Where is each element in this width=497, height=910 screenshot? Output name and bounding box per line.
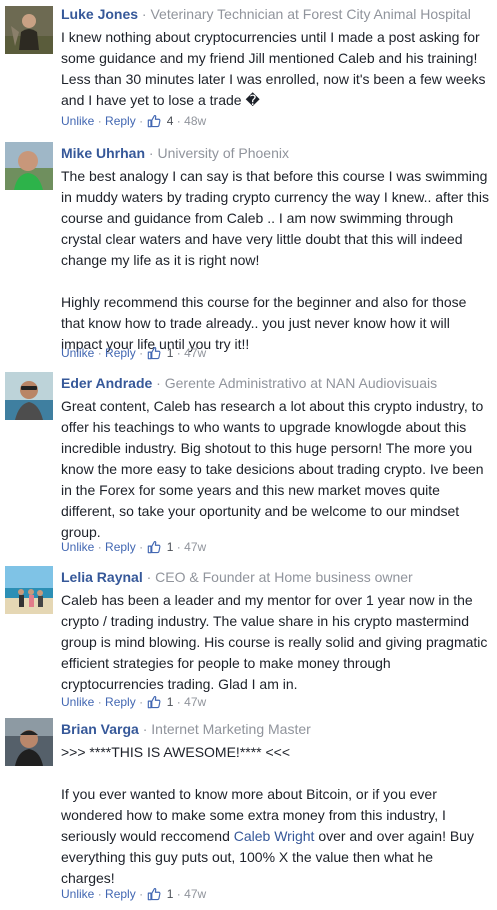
comment-paragraph: Great content, Caleb has research a lot …	[61, 398, 484, 540]
author-subtitle[interactable]: Gerente Administrativo at NAN Audiovisua…	[165, 375, 437, 391]
reply-link[interactable]: Reply	[105, 887, 136, 901]
avatar[interactable]	[5, 566, 53, 614]
author-subtitle[interactable]: Veterinary Technician at Forest City Ani…	[150, 6, 470, 22]
separator: ·	[97, 887, 102, 901]
thumbs-up-icon[interactable]	[147, 346, 161, 360]
like-count[interactable]: 1	[167, 346, 174, 360]
comment-text: Great content, Caleb has research a lot …	[61, 396, 489, 543]
comment-paragraph: If you ever wanted to know more about Bi…	[61, 784, 489, 889]
avatar[interactable]	[5, 142, 53, 190]
separator: ·	[97, 695, 102, 709]
separator: ·	[148, 145, 154, 161]
separator: ·	[139, 346, 144, 360]
author-subtitle[interactable]: Internet Marketing Master	[151, 721, 311, 737]
thumbs-up-icon[interactable]	[147, 540, 161, 554]
separator: ·	[146, 569, 152, 585]
mention-link[interactable]: Caleb Wright	[234, 828, 315, 844]
author-subtitle[interactable]: CEO & Founder at Home business owner	[155, 569, 413, 585]
separator: ·	[139, 540, 144, 554]
unlike-link[interactable]: Unlike	[61, 540, 94, 554]
author-subtitle[interactable]: University of Phoenix	[157, 145, 289, 161]
separator: ·	[139, 114, 144, 128]
separator: ·	[176, 114, 181, 128]
author-name[interactable]: Eder Andrade	[61, 375, 152, 391]
separator: ·	[97, 346, 102, 360]
thumbs-up-icon[interactable]	[147, 114, 161, 128]
separator: ·	[97, 540, 102, 554]
comment-text: I knew nothing about cryptocurrencies un…	[61, 27, 489, 111]
author-name[interactable]: Mike Uhrhan	[61, 145, 145, 161]
unlike-link[interactable]: Unlike	[61, 346, 94, 360]
reply-link[interactable]: Reply	[105, 346, 136, 360]
timestamp[interactable]: 48w	[184, 114, 206, 128]
separator: ·	[176, 346, 181, 360]
separator: ·	[176, 695, 181, 709]
author-name[interactable]: Lelia Raynal	[61, 569, 143, 585]
timestamp[interactable]: 47w	[184, 887, 206, 901]
separator: ·	[97, 114, 102, 128]
comment: Luke Jones · Veterinary Technician at Fo…	[0, 0, 497, 132]
thumbs-up-icon[interactable]	[147, 887, 161, 901]
comment: Brian Varga · Internet Marketing Master …	[0, 712, 497, 910]
separator: ·	[139, 887, 144, 901]
author-name[interactable]: Luke Jones	[61, 6, 138, 22]
unlike-link[interactable]: Unlike	[61, 887, 94, 901]
unlike-link[interactable]: Unlike	[61, 114, 94, 128]
author-name[interactable]: Brian Varga	[61, 721, 139, 737]
avatar[interactable]	[5, 6, 53, 54]
separator: ·	[142, 721, 148, 737]
reply-link[interactable]: Reply	[105, 695, 136, 709]
separator: ·	[139, 695, 144, 709]
comment: Mike Uhrhan · University of Phoenix The …	[0, 138, 497, 366]
avatar[interactable]	[5, 372, 53, 420]
like-count[interactable]: 1	[167, 887, 174, 901]
timestamp[interactable]: 47w	[184, 540, 206, 554]
comment-paragraph: Caleb has been a leader and my mentor fo…	[61, 592, 488, 692]
comment: Eder Andrade · Gerente Administrativo at…	[0, 366, 497, 560]
like-count[interactable]: 1	[167, 540, 174, 554]
like-count[interactable]: 1	[167, 695, 174, 709]
separator: ·	[176, 887, 181, 901]
separator: ·	[141, 6, 147, 22]
separator: ·	[176, 540, 181, 554]
reply-link[interactable]: Reply	[105, 540, 136, 554]
thumbs-up-icon[interactable]	[147, 695, 161, 709]
comment-text: >>> ****THIS IS AWESOME!**** <<< If you …	[61, 742, 489, 889]
separator: ·	[156, 375, 161, 391]
reply-link[interactable]: Reply	[105, 114, 136, 128]
comment: Lelia Raynal · CEO & Founder at Home bus…	[0, 560, 497, 712]
timestamp[interactable]: 47w	[184, 346, 206, 360]
timestamp[interactable]: 47w	[184, 695, 206, 709]
comment-paragraph: I knew nothing about cryptocurrencies un…	[61, 29, 486, 108]
unlike-link[interactable]: Unlike	[61, 695, 94, 709]
avatar[interactable]	[5, 718, 53, 766]
like-count[interactable]: 4	[167, 114, 174, 128]
comment-text: The best analogy I can say is that befor…	[61, 166, 489, 355]
comment-text: Caleb has been a leader and my mentor fo…	[61, 590, 489, 695]
comment-paragraph: The best analogy I can say is that befor…	[61, 168, 489, 268]
comment-paragraph: >>> ****THIS IS AWESOME!**** <<<	[61, 744, 291, 760]
